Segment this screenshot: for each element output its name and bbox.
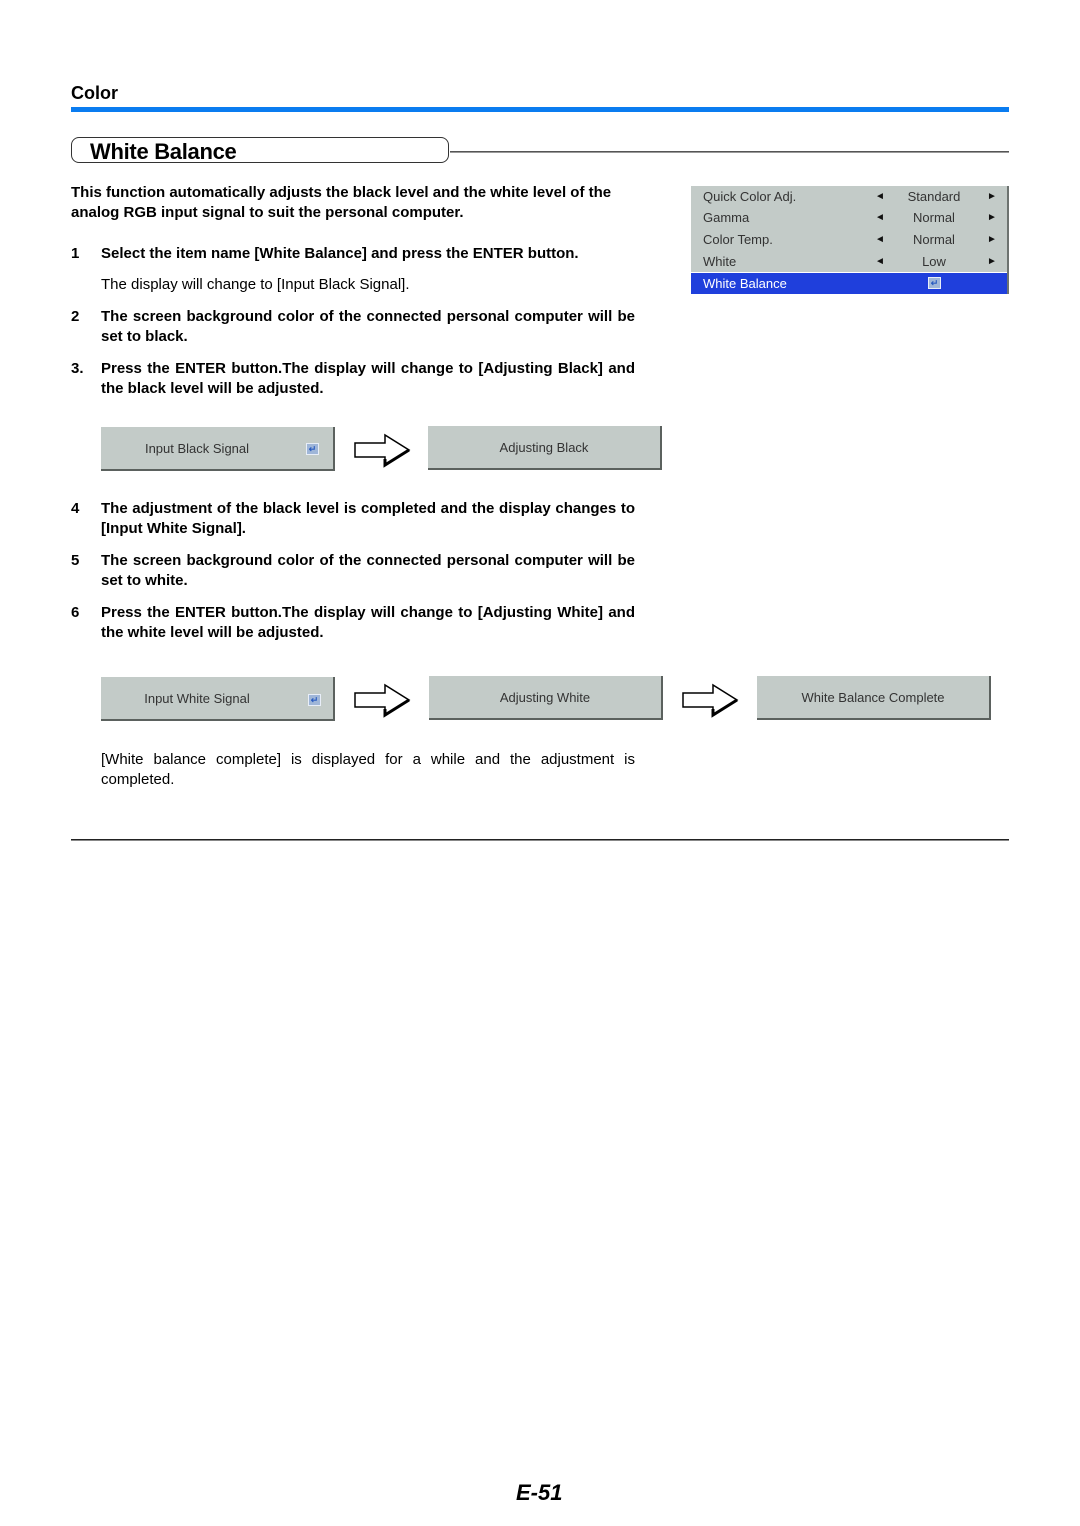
section-title: Color [71,83,118,103]
left-arrow-icon[interactable]: ◄ [875,212,885,223]
status-label: Input Black Signal [144,440,250,456]
arrow-right-icon [682,683,739,718]
status-label: Adjusting Black [499,439,589,455]
heading-rule [450,151,1009,153]
step-5: 5 The screen background color of the con… [71,551,635,591]
enter-icon: ↵ [308,694,321,706]
status-adjusting-white: Adjusting White [429,676,663,720]
menu-label: White Balance [703,276,787,291]
menu-label: White [703,254,737,269]
status-label: White Balance Complete [801,689,945,705]
bottom-rule [71,839,1009,841]
closing-text: [White balance complete] is displayed fo… [101,751,635,788]
menu-label: Gamma [703,210,750,225]
menu-label: Color Temp. [703,232,773,247]
right-arrow-icon[interactable]: ► [987,212,997,223]
step-text: The adjustment of the black level is com… [101,500,635,537]
menu-row-white[interactable]: White ◄ Low ► [691,251,1007,272]
status-input-white-signal: Input White Signal ↵ [101,677,335,721]
menu-value: Normal [913,232,955,247]
arrow-right-icon [354,683,411,718]
menu-value: Low [922,254,946,269]
enter-icon: ↵ [306,443,319,455]
step-2: 2 The screen background color of the con… [71,307,635,347]
step-1: 1 Select the item name [White Balance] a… [71,244,635,264]
left-arrow-icon[interactable]: ◄ [875,256,885,267]
step-1-note: The display will change to [Input Black … [101,276,410,293]
left-arrow-icon[interactable]: ◄ [875,234,885,245]
step-number: 6 [71,604,80,621]
intro-text: This function automatically adjusts the … [71,184,612,221]
step-4: 4 The adjustment of the black level is c… [71,499,635,539]
step-text: The screen background color of the conne… [101,552,635,589]
step-6: 6 Press the ENTER button.The display wil… [71,603,635,643]
page-title: White Balance [90,139,237,164]
step-text: Select the item name [White Balance] and… [101,245,579,262]
step-text: Press the ENTER button.The display will … [101,360,635,397]
enter-icon[interactable]: ↵ [928,277,941,289]
step-text: Press the ENTER button.The display will … [101,604,635,641]
right-arrow-icon[interactable]: ► [987,256,997,267]
status-label: Adjusting White [499,689,591,705]
step-number: 4 [71,500,80,517]
menu-value: Normal [913,210,955,225]
status-label: Input White Signal [144,690,250,706]
step-number: 2 [71,308,80,325]
step-3: 3. Press the ENTER button.The display wi… [71,359,635,399]
right-arrow-icon[interactable]: ► [987,234,997,245]
osd-color-menu: Quick Color Adj. ◄ Standard ► Gamma ◄ No… [691,186,1009,294]
menu-row-white-balance[interactable]: White Balance ↵ [691,272,1007,294]
menu-row-quick-color[interactable]: Quick Color Adj. ◄ Standard ► [691,186,1007,207]
step-number: 3. [71,360,84,377]
arrow-right-icon [354,433,411,468]
menu-label: Quick Color Adj. [703,189,797,204]
status-adjusting-black: Adjusting Black [428,426,662,470]
step-text: The screen background color of the conne… [101,308,635,345]
step-number: 1 [71,245,80,262]
right-arrow-icon[interactable]: ► [987,191,997,202]
status-input-black-signal: Input Black Signal ↵ [101,427,335,471]
left-arrow-icon[interactable]: ◄ [875,191,885,202]
menu-row-gamma[interactable]: Gamma ◄ Normal ► [691,207,1007,228]
menu-value: Standard [907,189,961,204]
page-number: E-51 [516,1480,563,1505]
status-white-balance-complete: White Balance Complete [757,676,991,720]
step-number: 5 [71,552,80,569]
section-rule [71,107,1009,112]
menu-row-color-temp[interactable]: Color Temp. ◄ Normal ► [691,229,1007,250]
